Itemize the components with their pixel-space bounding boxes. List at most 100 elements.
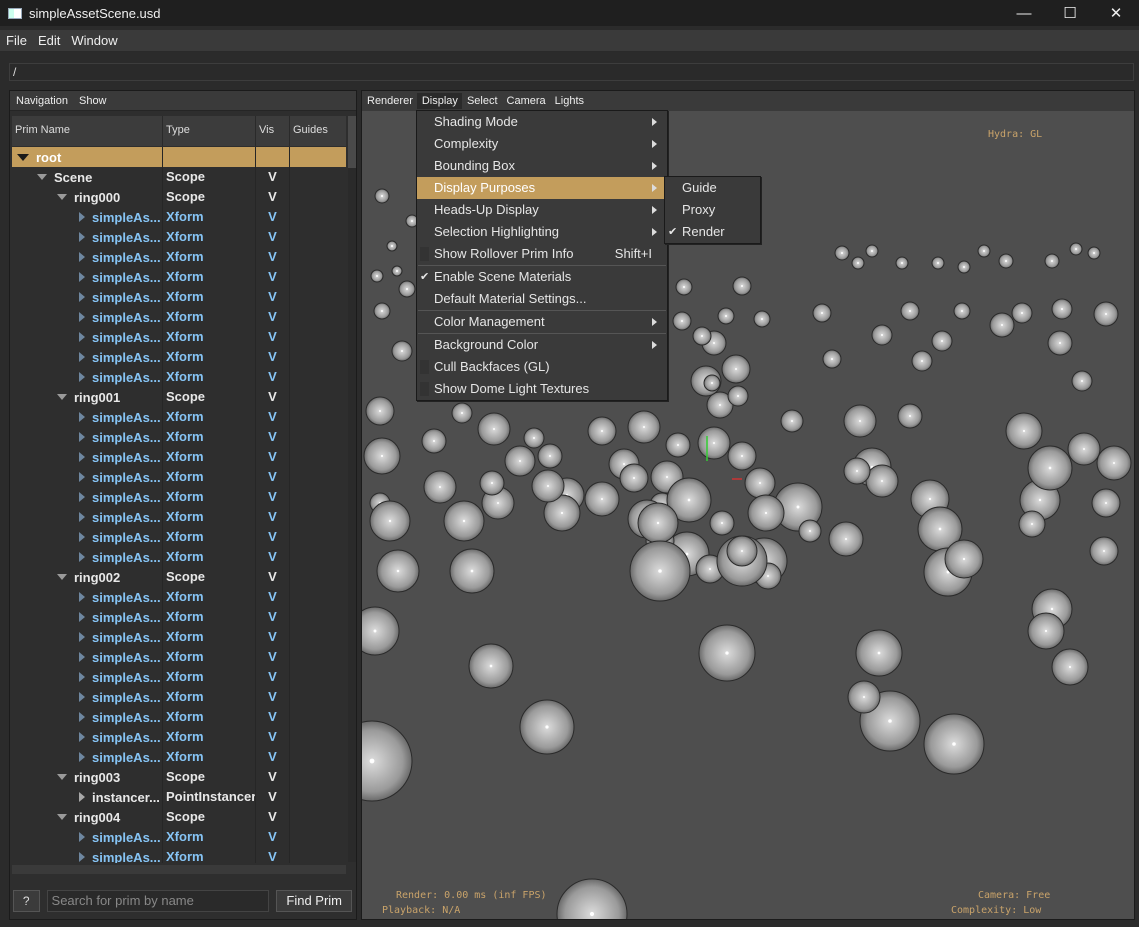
table-row[interactable]: simpleAs... Xform V bbox=[12, 367, 346, 387]
menu-item-color-management[interactable]: Color Management bbox=[417, 311, 667, 333]
menu-item-background-color[interactable]: Background Color bbox=[417, 334, 667, 356]
expand-arrow-icon[interactable] bbox=[17, 153, 29, 161]
prim-visibility[interactable]: V bbox=[256, 607, 290, 627]
prim-visibility[interactable]: V bbox=[256, 287, 290, 307]
table-row[interactable]: simpleAs... Xform V bbox=[12, 207, 346, 227]
prim-visibility[interactable]: V bbox=[256, 347, 290, 367]
collapse-arrow-icon[interactable] bbox=[79, 332, 85, 342]
menu-camera[interactable]: Camera bbox=[502, 93, 550, 109]
menu-item-complexity[interactable]: Complexity bbox=[417, 133, 667, 155]
prim-visibility[interactable]: V bbox=[256, 227, 290, 247]
prim-visibility[interactable]: V bbox=[256, 447, 290, 467]
collapse-arrow-icon[interactable] bbox=[79, 652, 85, 662]
menu-item-show-rollover-prim-info[interactable]: Show Rollover Prim Info Shift+I bbox=[417, 243, 667, 265]
table-row[interactable]: simpleAs... Xform V bbox=[12, 347, 346, 367]
table-row[interactable]: simpleAs... Xform V bbox=[12, 647, 346, 667]
table-row[interactable]: ring002 Scope V bbox=[12, 567, 346, 587]
table-row[interactable]: simpleAs... Xform V bbox=[12, 627, 346, 647]
table-row[interactable]: simpleAs... Xform V bbox=[12, 687, 346, 707]
collapse-arrow-icon[interactable] bbox=[79, 472, 85, 482]
prim-visibility[interactable] bbox=[256, 147, 290, 167]
collapse-arrow-icon[interactable] bbox=[79, 832, 85, 842]
collapse-arrow-icon[interactable] bbox=[79, 792, 85, 802]
prim-visibility[interactable]: V bbox=[256, 507, 290, 527]
prim-visibility[interactable]: V bbox=[256, 847, 290, 863]
prim-visibility[interactable]: V bbox=[256, 307, 290, 327]
prim-visibility[interactable]: V bbox=[256, 427, 290, 447]
menu-item-display-purposes[interactable]: Display Purposes bbox=[417, 177, 667, 199]
collapse-arrow-icon[interactable] bbox=[79, 252, 85, 262]
purpose-item-guide[interactable]: Guide bbox=[665, 177, 760, 199]
prim-visibility[interactable]: V bbox=[256, 327, 290, 347]
table-row[interactable]: simpleAs... Xform V bbox=[12, 327, 346, 347]
collapse-arrow-icon[interactable] bbox=[79, 632, 85, 642]
table-row[interactable]: instancer... PointInstancer V bbox=[12, 787, 346, 807]
table-row[interactable]: simpleAs... Xform V bbox=[12, 607, 346, 627]
prim-path-field[interactable]: / bbox=[9, 63, 1134, 81]
expand-arrow-icon[interactable] bbox=[37, 174, 47, 180]
expand-arrow-icon[interactable] bbox=[57, 194, 67, 200]
prim-search-input[interactable]: Search for prim by name bbox=[46, 890, 270, 912]
menu-item-default-material-settings[interactable]: Default Material Settings... bbox=[417, 288, 667, 310]
table-row[interactable]: simpleAs... Xform V bbox=[12, 507, 346, 527]
table-row[interactable]: simpleAs... Xform V bbox=[12, 287, 346, 307]
table-row[interactable]: ring003 Scope V bbox=[12, 767, 346, 787]
expand-arrow-icon[interactable] bbox=[57, 814, 67, 820]
table-row[interactable]: ring001 Scope V bbox=[12, 387, 346, 407]
menu-file[interactable]: File bbox=[0, 33, 32, 48]
collapse-arrow-icon[interactable] bbox=[79, 232, 85, 242]
collapse-arrow-icon[interactable] bbox=[79, 272, 85, 282]
table-row[interactable]: simpleAs... Xform V bbox=[12, 827, 346, 847]
menu-select[interactable]: Select bbox=[462, 93, 502, 109]
table-row[interactable]: simpleAs... Xform V bbox=[12, 427, 346, 447]
scrollbar-thumb[interactable] bbox=[348, 116, 356, 168]
col-guides[interactable]: Guides bbox=[290, 116, 346, 146]
table-row[interactable]: simpleAs... Xform V bbox=[12, 467, 346, 487]
prim-visibility[interactable]: V bbox=[256, 367, 290, 387]
help-button[interactable]: ? bbox=[13, 890, 40, 912]
prim-visibility[interactable]: V bbox=[256, 387, 290, 407]
prim-visibility[interactable]: V bbox=[256, 707, 290, 727]
menu-show[interactable]: Show bbox=[73, 95, 112, 107]
prim-visibility[interactable]: V bbox=[256, 767, 290, 787]
horizontal-scrollbar[interactable] bbox=[12, 865, 346, 874]
expand-arrow-icon[interactable] bbox=[57, 774, 67, 780]
collapse-arrow-icon[interactable] bbox=[79, 412, 85, 422]
prim-visibility[interactable]: V bbox=[256, 687, 290, 707]
collapse-arrow-icon[interactable] bbox=[79, 532, 85, 542]
purpose-item-proxy[interactable]: Proxy bbox=[665, 199, 760, 221]
collapse-arrow-icon[interactable] bbox=[79, 352, 85, 362]
table-row[interactable]: simpleAs... Xform V bbox=[12, 487, 346, 507]
table-row[interactable]: simpleAs... Xform V bbox=[12, 707, 346, 727]
table-row[interactable]: ring000 Scope V bbox=[12, 187, 346, 207]
collapse-arrow-icon[interactable] bbox=[79, 852, 85, 862]
menu-lights[interactable]: Lights bbox=[550, 93, 588, 109]
menu-display[interactable]: Display bbox=[416, 93, 462, 109]
col-vis[interactable]: Vis bbox=[256, 116, 290, 146]
prim-visibility[interactable]: V bbox=[256, 667, 290, 687]
prim-visibility[interactable]: V bbox=[256, 787, 290, 807]
table-row[interactable]: simpleAs... Xform V bbox=[12, 587, 346, 607]
table-row[interactable]: simpleAs... Xform V bbox=[12, 267, 346, 287]
table-row[interactable]: simpleAs... Xform V bbox=[12, 547, 346, 567]
menu-navigation[interactable]: Navigation bbox=[10, 95, 73, 107]
prim-visibility[interactable]: V bbox=[256, 267, 290, 287]
collapse-arrow-icon[interactable] bbox=[79, 312, 85, 322]
table-row[interactable]: root bbox=[12, 147, 346, 167]
collapse-arrow-icon[interactable] bbox=[79, 672, 85, 682]
maximize-button[interactable]: ☐ bbox=[1047, 0, 1093, 26]
prim-visibility[interactable]: V bbox=[256, 407, 290, 427]
menu-item-bounding-box[interactable]: Bounding Box bbox=[417, 155, 667, 177]
table-row[interactable]: Scene Scope V bbox=[12, 167, 346, 187]
prim-visibility[interactable]: V bbox=[256, 647, 290, 667]
menu-item-show-dome-light-textures[interactable]: Show Dome Light Textures bbox=[417, 378, 667, 400]
prim-visibility[interactable]: V bbox=[256, 747, 290, 767]
collapse-arrow-icon[interactable] bbox=[79, 212, 85, 222]
find-prim-button[interactable]: Find Prim bbox=[276, 890, 352, 912]
col-prim-name[interactable]: Prim Name bbox=[12, 116, 163, 146]
table-row[interactable]: simpleAs... Xform V bbox=[12, 447, 346, 467]
prim-visibility[interactable]: V bbox=[256, 547, 290, 567]
table-row[interactable]: simpleAs... Xform V bbox=[12, 247, 346, 267]
collapse-arrow-icon[interactable] bbox=[79, 752, 85, 762]
prim-visibility[interactable]: V bbox=[256, 487, 290, 507]
